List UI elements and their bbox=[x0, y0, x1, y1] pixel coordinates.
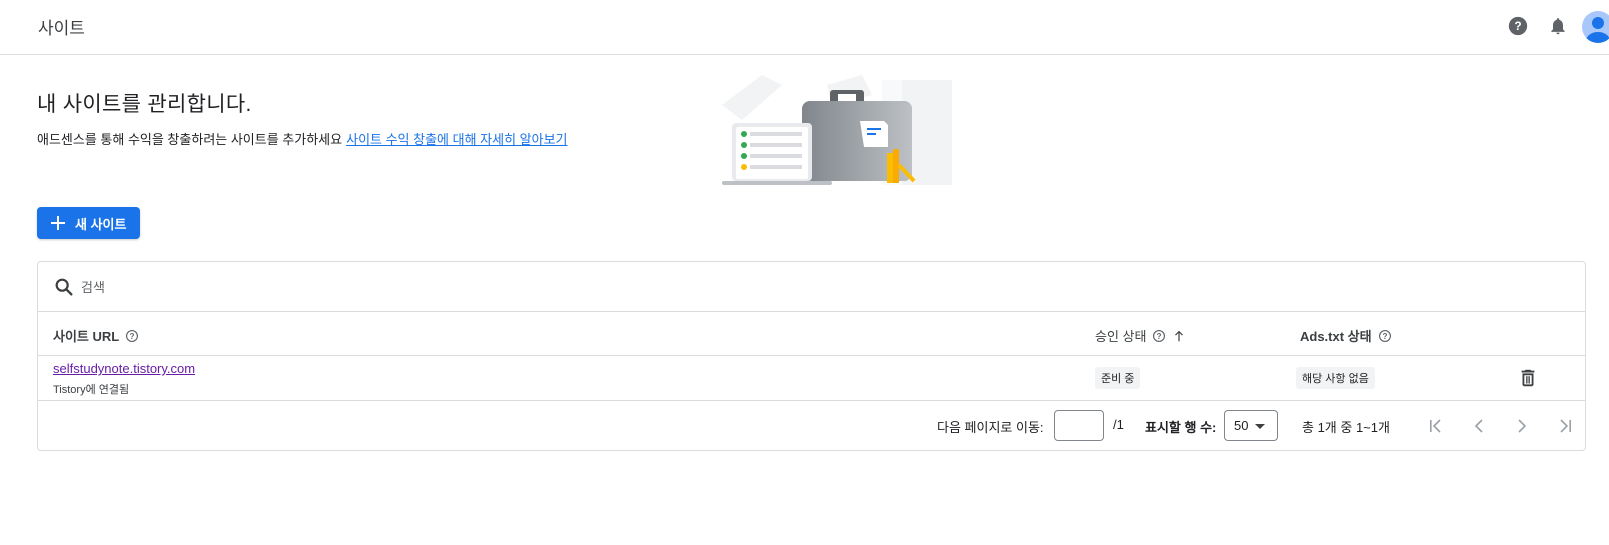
rows-per-page-label: 표시할 행 수: bbox=[1145, 420, 1217, 435]
help-icon[interactable]: ? bbox=[1506, 14, 1530, 38]
page-range-text: 총 1개 중 1~1개 bbox=[1302, 420, 1390, 435]
goto-page-label: 다음 페이지로 이동: bbox=[937, 420, 1044, 435]
svg-text:?: ? bbox=[1514, 19, 1521, 33]
column-ads-txt-label: Ads.txt 상태 bbox=[1300, 329, 1372, 344]
intro-description: 애드센스를 통해 수익을 창출하려는 사이트를 추가하세요 사이트 수익 창출에 … bbox=[37, 129, 568, 148]
column-header-url: 사이트 URL ? bbox=[53, 326, 139, 345]
total-pages-text: /1 bbox=[1113, 417, 1124, 432]
notifications-icon[interactable] bbox=[1546, 14, 1570, 38]
column-approval-label: 승인 상태 bbox=[1095, 329, 1147, 344]
plus-icon bbox=[49, 214, 67, 232]
page-title: 사이트 bbox=[38, 19, 85, 38]
pagination-bar: 다음 페이지로 이동: /1 표시할 행 수: 50 총 1개 중 1~1개 bbox=[38, 401, 1585, 451]
ads-txt-status-badge: 해당 사항 없음 bbox=[1296, 367, 1375, 389]
site-url-link[interactable]: selfstudynote.tistory.com bbox=[53, 361, 195, 376]
approval-status-badge: 준비 중 bbox=[1095, 367, 1141, 389]
site-connection-text: Tistory에 연결됨 bbox=[53, 384, 130, 396]
new-site-button[interactable]: 새 사이트 bbox=[37, 207, 140, 239]
top-app-bar: 사이트 ? bbox=[0, 0, 1609, 55]
rows-per-page-value: 50 bbox=[1234, 418, 1249, 433]
svg-text:?: ? bbox=[130, 331, 135, 340]
next-page-icon[interactable] bbox=[1510, 414, 1534, 438]
table-header: 사이트 URL ? 승인 상태 ? Ads.txt 상태 ? bbox=[38, 312, 1585, 356]
search-bar bbox=[38, 262, 1585, 312]
first-page-icon[interactable] bbox=[1424, 414, 1448, 438]
sites-table-card: 사이트 URL ? 승인 상태 ? Ads.txt 상태 ? selfstudy… bbox=[37, 261, 1586, 451]
svg-text:?: ? bbox=[1382, 331, 1387, 340]
learn-more-link[interactable]: 사이트 수익 창출에 대해 자세히 알아보기 bbox=[346, 132, 567, 147]
table-row: selfstudynote.tistory.com Tistory에 연결됨 준… bbox=[38, 356, 1585, 401]
goto-page-input[interactable] bbox=[1054, 410, 1104, 441]
help-outline-icon[interactable]: ? bbox=[1152, 329, 1166, 343]
dropdown-arrow-icon bbox=[1255, 424, 1265, 429]
search-input[interactable] bbox=[81, 275, 681, 299]
rows-per-page-select[interactable]: 50 bbox=[1224, 410, 1278, 441]
help-outline-icon[interactable]: ? bbox=[125, 329, 139, 343]
svg-text:?: ? bbox=[1157, 331, 1162, 340]
help-outline-icon[interactable]: ? bbox=[1378, 329, 1392, 343]
column-url-label: 사이트 URL bbox=[53, 329, 120, 344]
column-header-ads-txt: Ads.txt 상태 ? bbox=[1300, 326, 1392, 345]
intro-description-text: 애드센스를 통해 수익을 창출하려는 사이트를 추가하세요 bbox=[37, 132, 343, 147]
search-icon bbox=[53, 276, 75, 298]
last-page-icon[interactable] bbox=[1553, 414, 1577, 438]
new-site-label: 새 사이트 bbox=[75, 216, 127, 232]
sites-illustration bbox=[712, 75, 972, 190]
delete-icon[interactable] bbox=[1517, 367, 1539, 389]
intro-heading: 내 사이트를 관리합니다. bbox=[37, 93, 252, 116]
previous-page-icon[interactable] bbox=[1467, 414, 1491, 438]
account-avatar[interactable] bbox=[1582, 11, 1609, 43]
sort-ascending-icon[interactable] bbox=[1172, 329, 1186, 343]
column-header-approval[interactable]: 승인 상태 ? bbox=[1095, 326, 1186, 345]
